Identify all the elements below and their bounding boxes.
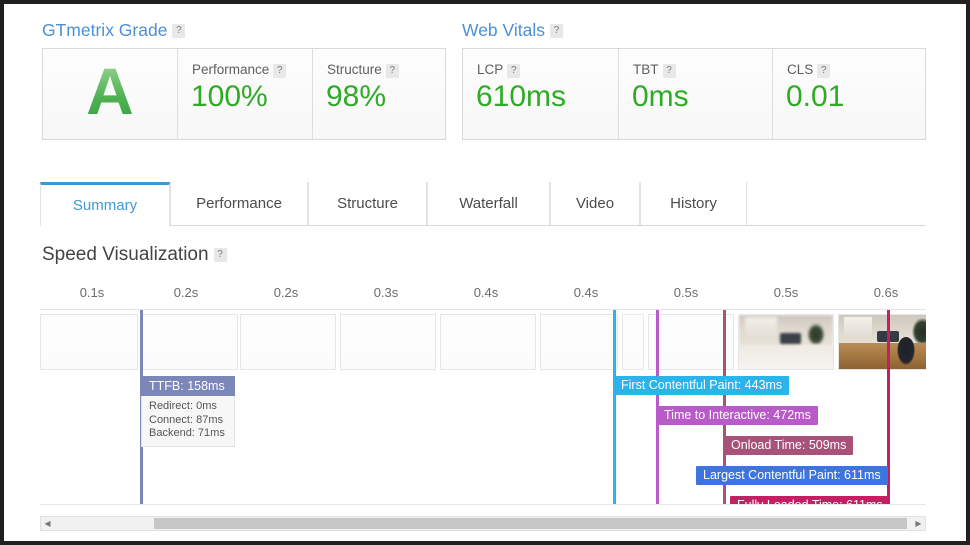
performance-help-icon[interactable]: ? [273, 64, 287, 78]
gtmetrix-report-page: GTmetrix Grade? A Performance? 100% Stru… [4, 4, 966, 541]
structure-score-label: Structure? [327, 62, 399, 78]
performance-score-label-text: Performance [192, 62, 270, 77]
web-vitals-help-icon[interactable]: ? [550, 24, 564, 38]
ttfb-details: Redirect: 0ms Connect: 87ms Backend: 71m… [141, 396, 235, 447]
tab-video-label: Video [575, 195, 615, 212]
cls-label-text: CLS [787, 62, 814, 77]
lcp-help-icon[interactable]: ? [507, 64, 521, 78]
tick-label: 0.3s [373, 285, 399, 300]
tab-history[interactable]: History [640, 182, 747, 225]
tbt-value: 0ms [632, 80, 689, 113]
lcp-cell: LCP? 610ms [463, 49, 618, 139]
filmstrip-frame[interactable] [440, 314, 536, 370]
filmstrip-frame[interactable] [622, 314, 644, 370]
timeline-tick-row: 0.1s 0.2s 0.2s 0.3s 0.4s 0.4s 0.5s 0.5s … [40, 282, 926, 309]
filmstrip-frame[interactable] [142, 314, 238, 370]
tab-structure-label: Structure [337, 195, 398, 212]
event-label-onload-time[interactable]: Onload Time: 509ms [724, 436, 854, 455]
performance-score-cell: Performance? 100% [177, 49, 312, 139]
web-vitals-title: Web Vitals? [462, 20, 564, 41]
cls-label: CLS? [787, 62, 831, 78]
tick-label: 0.2s [173, 285, 199, 300]
event-label-fully-loaded-time[interactable]: Fully Loaded Time: 611ms [730, 496, 890, 504]
tab-video[interactable]: Video [550, 182, 640, 225]
tbt-label: TBT? [633, 62, 676, 78]
page-screenshot-loaded: WEBSITE [839, 315, 926, 369]
structure-score-cell: Structure? 98% [312, 49, 445, 139]
performance-score-value: 100% [191, 80, 268, 113]
web-vitals-title-text: Web Vitals [462, 20, 546, 40]
structure-help-icon[interactable]: ? [385, 64, 399, 78]
report-tabs: Summary Performance Structure Waterfall … [40, 182, 926, 226]
tab-waterfall[interactable]: Waterfall [427, 182, 550, 225]
tab-waterfall-label: Waterfall [459, 195, 518, 212]
cls-value: 0.01 [786, 80, 845, 113]
tbt-help-icon[interactable]: ? [662, 64, 676, 78]
tab-history-label: History [670, 195, 717, 212]
tick-label: 0.1s [79, 285, 105, 300]
filmstrip-scrollbar[interactable]: ◀ ▶ [40, 516, 926, 531]
gtmetrix-grade-panel: A Performance? 100% Structure? 98% [42, 48, 446, 140]
filmstrip-frame[interactable] [340, 314, 436, 370]
tick-label: 0.4s [573, 285, 599, 300]
speed-visualization-timeline: 0.1s 0.2s 0.2s 0.3s 0.4s 0.4s 0.5s 0.5s … [40, 282, 926, 524]
tab-structure[interactable]: Structure [308, 182, 427, 225]
web-vitals-panel: LCP? 610ms TBT? 0ms CLS? 0.01 [462, 48, 926, 140]
filmstrip-frame[interactable] [40, 314, 138, 370]
gtmetrix-grade-title: GTmetrix Grade? [42, 20, 186, 41]
performance-score-label: Performance? [192, 62, 287, 78]
cls-help-icon[interactable]: ? [817, 64, 831, 78]
structure-score-value: 98% [326, 80, 387, 113]
tab-summary-label: Summary [72, 196, 138, 214]
ttfb-callout[interactable]: TTFB: 158ms Redirect: 0ms Connect: 87ms … [141, 376, 235, 447]
overall-grade-letter: A [86, 54, 134, 128]
gtmetrix-grade-help-icon[interactable]: ? [172, 24, 186, 38]
filmstrip-frame-loaded[interactable]: WEBSITE [838, 314, 926, 370]
event-label-first-contentful-paint[interactable]: First Contentful Paint: 443ms [614, 376, 790, 395]
filmstrip-frame[interactable] [240, 314, 336, 370]
lcp-label-text: LCP [477, 62, 504, 77]
filmstrip-area: WEBSITE TTFB: 158ms Redirect: 0ms Connec… [40, 309, 926, 505]
gtmetrix-grade-title-text: GTmetrix Grade [42, 20, 168, 40]
lcp-value: 610ms [476, 80, 567, 113]
overall-grade-cell: A [43, 49, 177, 139]
ttfb-detail-connect: Connect: 87ms [149, 413, 223, 426]
ttfb-detail-redirect: Redirect: 0ms [149, 400, 217, 412]
filmstrip-frame-blurred[interactable] [738, 314, 834, 370]
scrollbar-right-arrow[interactable]: ▶ [912, 517, 925, 530]
cls-cell: CLS? 0.01 [772, 49, 925, 139]
page-screenshot-blurred [739, 315, 833, 369]
ttfb-detail-backend: Backend: 71ms [149, 427, 225, 439]
tick-label: 0.2s [273, 285, 299, 300]
filmstrip-frame[interactable] [648, 314, 734, 370]
tab-performance[interactable]: Performance [170, 182, 308, 225]
tbt-cell: TBT? 0ms [618, 49, 772, 139]
event-label-time-to-interactive[interactable]: Time to Interactive: 472ms [657, 406, 818, 425]
tick-label: 0.4s [473, 285, 499, 300]
tick-label: 0.6s [873, 285, 899, 300]
tbt-label-text: TBT [633, 62, 659, 77]
speed-visualization-title: Speed Visualization? [42, 244, 227, 266]
speed-visualization-title-text: Speed Visualization [42, 244, 209, 265]
tab-summary[interactable]: Summary [40, 182, 170, 226]
scrollbar-thumb[interactable] [154, 518, 907, 529]
filmstrip-frame[interactable] [540, 314, 618, 370]
lcp-label: LCP? [477, 62, 521, 78]
tick-label: 0.5s [673, 285, 699, 300]
tick-label: 0.5s [773, 285, 799, 300]
scrollbar-left-arrow[interactable]: ◀ [41, 517, 54, 530]
screenshot-frame: GTmetrix Grade? A Performance? 100% Stru… [0, 0, 970, 545]
speed-visualization-help-icon[interactable]: ? [213, 248, 227, 262]
event-label-largest-contentful-paint[interactable]: Largest Contentful Paint: 611ms [696, 466, 888, 485]
ttfb-header: TTFB: 158ms [141, 376, 235, 396]
structure-score-label-text: Structure [327, 62, 382, 77]
marker-line-first-contentful-paint [613, 310, 616, 504]
tab-performance-label: Performance [196, 195, 282, 212]
